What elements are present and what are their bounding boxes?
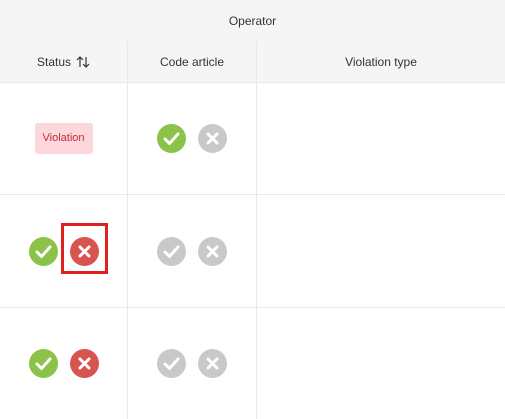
code-article-cell [128,308,257,419]
sort-arrows-icon[interactable] [76,55,90,68]
table-row [0,308,505,419]
table-row: Violation [0,82,505,195]
group-header-operator: Operator [0,0,505,42]
status-cell [0,308,128,419]
review-table: Operator Status Code article Violation t… [0,0,505,419]
check-circle-icon[interactable] [157,123,186,153]
x-circle-icon[interactable] [198,123,227,153]
column-header-violation-type-label: Violation type [345,54,417,69]
violation-type-cell[interactable] [257,308,505,419]
column-header-row: Status Code article Violation type [0,41,505,83]
column-header-code-article[interactable]: Code article [128,41,257,82]
violation-status-badge: Violation [34,122,93,154]
group-header-label: Operator [228,13,277,28]
code-article-cell [128,195,257,307]
check-circle-icon[interactable] [28,349,58,378]
violation-type-cell[interactable] [257,82,505,194]
column-header-status[interactable]: Status [0,41,128,82]
status-cell: Violation [0,82,128,194]
status-cell [0,195,128,307]
column-header-status-label: Status [36,54,72,69]
x-circle-icon[interactable] [198,349,227,378]
x-circle-icon[interactable] [69,236,99,266]
x-circle-icon[interactable] [69,349,99,378]
table-row [0,195,505,308]
check-circle-icon[interactable] [157,236,186,266]
column-header-code-article-label: Code article [159,54,225,69]
check-circle-icon[interactable] [157,349,186,378]
code-article-cell [128,82,257,194]
violation-type-cell[interactable] [257,195,505,307]
x-circle-icon[interactable] [198,236,227,266]
column-header-violation-type[interactable]: Violation type [257,41,505,82]
check-circle-icon[interactable] [28,236,58,266]
